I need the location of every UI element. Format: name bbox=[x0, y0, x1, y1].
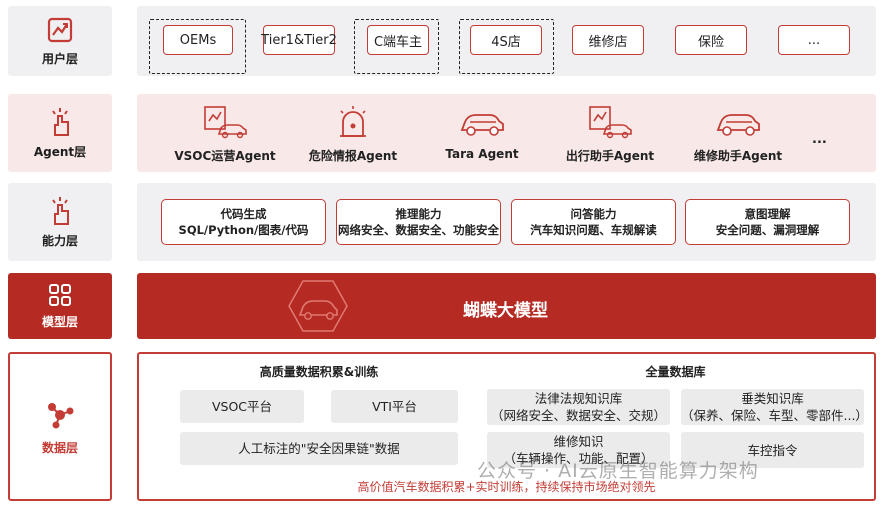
capability-qa: 问答能力 汽车知识问题、车规解读 bbox=[511, 199, 676, 245]
agent-threat-intel-label: 危险情报Agent bbox=[308, 149, 398, 163]
capability-code-gen: 代码生成 SQL/Python/图表/代码 bbox=[161, 199, 326, 245]
user-box-more: ... bbox=[778, 25, 850, 55]
capability-code-gen-desc: SQL/Python/图表/代码 bbox=[178, 223, 309, 237]
user-layer-text: 用户层 bbox=[41, 51, 78, 66]
user-box-repair-shop: 维修店 bbox=[572, 25, 644, 55]
capability-qa-title: 问答能力 bbox=[570, 207, 617, 221]
data-repair-title: 维修知识 bbox=[553, 434, 604, 449]
hand-tap-icon bbox=[52, 196, 69, 225]
capability-intent: 意图理解 安全问题、漏洞理解 bbox=[685, 199, 850, 245]
watermark: 公众号 · AI云原生智能算力架构 bbox=[477, 460, 759, 482]
data-right-title: 全量数据库 bbox=[645, 365, 706, 379]
capability-layer-label: 能力层 bbox=[8, 183, 112, 261]
data-law-title: 法律法规知识库 bbox=[534, 391, 623, 406]
data-layer-text: 数据层 bbox=[41, 441, 78, 455]
data-vsoc-text: VSOC平台 bbox=[211, 399, 273, 414]
data-annotation: 人工标注的"安全因果链"数据 bbox=[180, 432, 458, 465]
data-vertical-title: 垂类知识库 bbox=[741, 391, 804, 406]
user-layer-label: 用户层 bbox=[8, 6, 112, 76]
data-annotation-text: 人工标注的"安全因果链"数据 bbox=[238, 441, 400, 456]
agent-more: ... bbox=[812, 132, 827, 147]
data-law-desc: （网络安全、数据安全、交规） bbox=[490, 408, 666, 423]
agent-vsoc-label: VSOC运营Agent bbox=[174, 149, 276, 163]
agent-repair-label: 维修助手Agent bbox=[693, 149, 783, 163]
molecule-icon bbox=[48, 403, 74, 429]
model-layer-text: 模型层 bbox=[41, 314, 78, 329]
data-vti-text: VTI平台 bbox=[372, 399, 417, 414]
user-box-4s: 4S店 bbox=[470, 25, 542, 55]
data-vti-platform: VTI平台 bbox=[331, 390, 458, 423]
capability-layer-text: 能力层 bbox=[41, 233, 78, 248]
agent-travel-label: 出行助手Agent bbox=[565, 149, 655, 163]
hand-tap-icon bbox=[52, 107, 69, 136]
capability-code-gen-title: 代码生成 bbox=[220, 207, 267, 221]
capability-reasoning-title: 推理能力 bbox=[395, 207, 442, 221]
data-vertical-kb: 垂类知识库 （保养、保险、车型、零部件...） bbox=[681, 389, 868, 425]
agent-layer-label: Agent层 bbox=[8, 94, 112, 172]
agent-repair: 维修助手Agent bbox=[683, 100, 793, 164]
data-left-title: 高质量数据积累&训练 bbox=[259, 365, 379, 379]
agent-vsoc: VSOC运营Agent bbox=[170, 100, 280, 164]
capability-qa-desc: 汽车知识问题、车规解读 bbox=[530, 223, 657, 237]
model-layer-label: 模型层 bbox=[8, 273, 112, 339]
agent-threat-intel: 危险情报Agent bbox=[298, 100, 408, 164]
model-name: 蝴蝶大模型 bbox=[463, 301, 548, 321]
monitor-car-icon bbox=[589, 106, 632, 139]
monitor-car-icon bbox=[204, 106, 247, 139]
agent-layer-text: Agent层 bbox=[33, 144, 87, 159]
user-box-c-owner: C端车主 bbox=[367, 25, 429, 55]
hexagon-car-icon bbox=[288, 280, 348, 332]
data-vsoc-platform: VSOC平台 bbox=[180, 390, 304, 423]
user-box-oems: OEMs bbox=[163, 25, 233, 55]
capability-reasoning: 推理能力 网络安全、数据安全、功能安全 bbox=[336, 199, 501, 245]
data-layer-label: 数据层 bbox=[8, 352, 112, 501]
user-box-insurance: 保险 bbox=[675, 25, 747, 55]
agent-travel: 出行助手Agent bbox=[555, 100, 665, 164]
capability-intent-desc: 安全问题、漏洞理解 bbox=[715, 223, 820, 237]
car-repair-icon bbox=[716, 114, 760, 136]
chart-icon bbox=[47, 17, 73, 42]
data-law-kb: 法律法规知识库 （网络安全、数据安全、交规） bbox=[487, 389, 670, 425]
user-box-tier: Tier1&Tier2 bbox=[261, 25, 337, 55]
grid-icon bbox=[49, 283, 71, 306]
agent-tara: Tara Agent bbox=[427, 100, 537, 161]
car-icon bbox=[460, 114, 504, 136]
capability-intent-title: 意图理解 bbox=[744, 207, 791, 221]
capability-reasoning-desc: 网络安全、数据安全、功能安全 bbox=[338, 223, 499, 237]
agent-tara-label: Tara Agent bbox=[445, 147, 519, 161]
data-vertical-desc: （保养、保险、车型、零部件...） bbox=[681, 408, 868, 423]
alarm-icon bbox=[340, 106, 366, 137]
